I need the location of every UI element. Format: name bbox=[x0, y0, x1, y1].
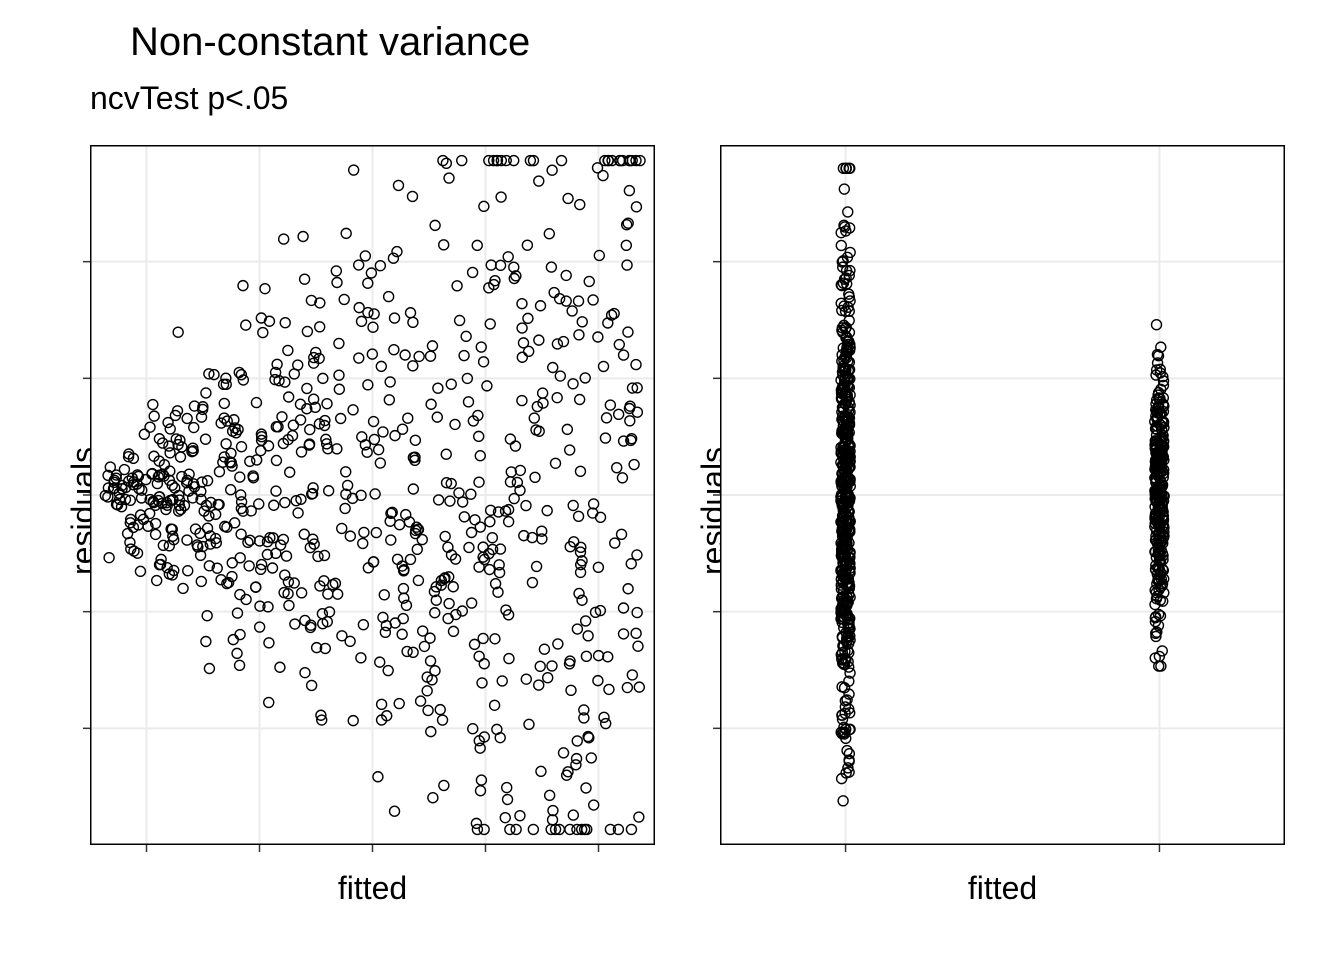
panel-left bbox=[90, 145, 655, 845]
chart-title: Non-constant variance bbox=[130, 20, 530, 65]
figure: Non-constant variance ncvTest p<.05 resi… bbox=[0, 0, 1344, 960]
panel-right bbox=[720, 145, 1285, 845]
x-axis-label-left: fitted bbox=[90, 870, 655, 907]
scatter-right bbox=[720, 145, 1285, 845]
scatter-left bbox=[90, 145, 655, 845]
chart-subtitle: ncvTest p<.05 bbox=[90, 80, 288, 117]
x-axis-label-right: fitted bbox=[720, 870, 1285, 907]
